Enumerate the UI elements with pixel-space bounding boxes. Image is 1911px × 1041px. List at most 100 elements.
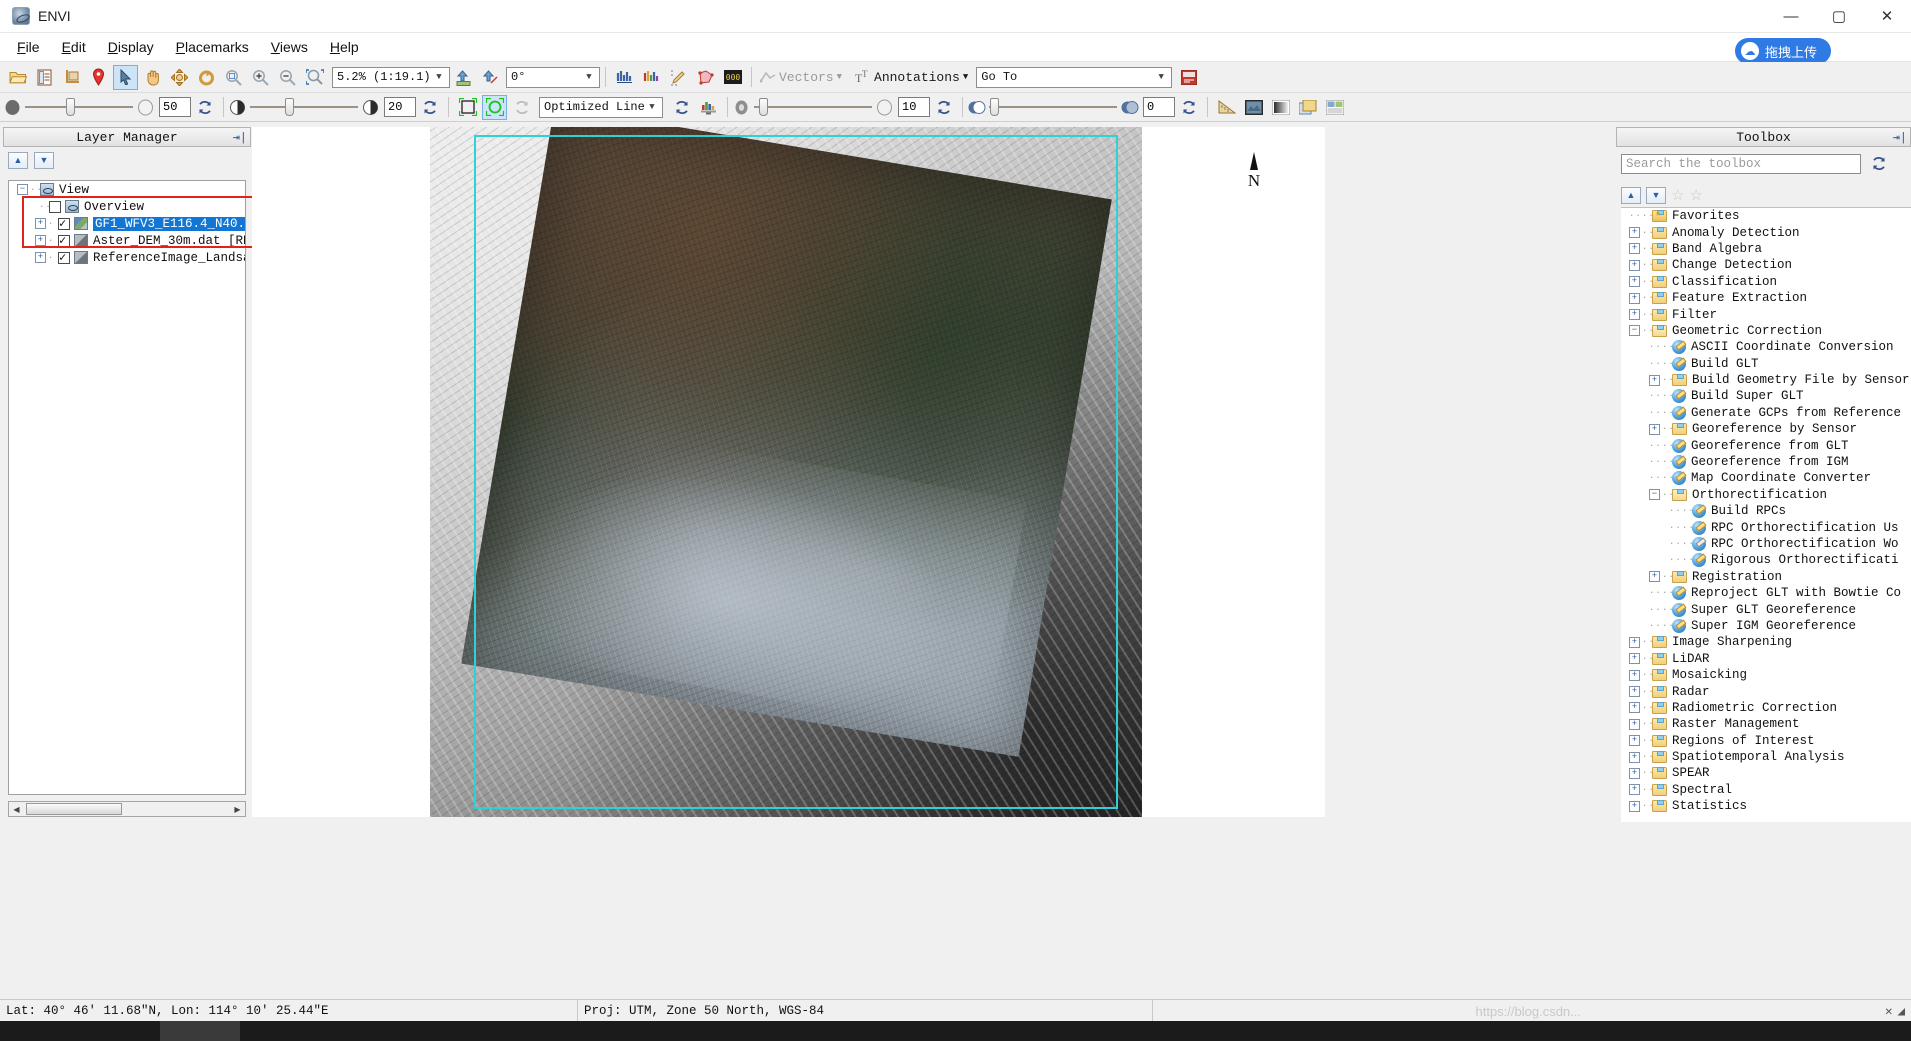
contrast-slider-handle[interactable] — [284, 98, 294, 116]
toolbox-item-map-coordinate-converter[interactable]: ···· Map Coordinate Converter — [1621, 470, 1911, 486]
annotations-chevron-down-icon[interactable]: ▼ — [960, 72, 976, 82]
refresh-toolbox-icon[interactable] — [1866, 151, 1891, 176]
brightness-slider-handle[interactable] — [66, 98, 76, 116]
go-to-full-extent-icon[interactable] — [451, 65, 476, 90]
multi-profile-icon[interactable] — [639, 65, 664, 90]
toolbox-item-build-geometry-file-by-sensor[interactable]: +·· Build Geometry File by Sensor — [1621, 372, 1911, 388]
layer-row-view[interactable]: − ·· View — [9, 181, 245, 198]
pan-hand-icon[interactable] — [140, 65, 165, 90]
expander-icon[interactable]: + — [1629, 702, 1640, 714]
menu-views[interactable]: Views — [260, 35, 319, 59]
toolbox-item-filter[interactable]: +·· Filter — [1621, 306, 1911, 322]
measure-tool-icon[interactable] — [1214, 95, 1239, 120]
toolbox-item-spear[interactable]: +·· SPEAR — [1621, 765, 1911, 781]
toolbox-item-raster-management[interactable]: +·· Raster Management — [1621, 716, 1911, 732]
reset-stretch-icon[interactable] — [669, 95, 694, 120]
layer-row-overview[interactable]: ···· Overview — [9, 198, 245, 215]
sharpen-slider-track[interactable] — [754, 98, 872, 116]
toolbox-item-rpc-orthorectification-wo[interactable]: ···· RPC Orthorectification Wo — [1621, 536, 1911, 552]
expander-icon[interactable]: + — [1629, 259, 1640, 271]
flicker-layers-icon[interactable] — [1322, 95, 1347, 120]
expander-icon[interactable]: + — [1649, 374, 1660, 386]
zoom-level-combobox[interactable]: 5.2% (1:19.1) ▼ — [332, 66, 450, 88]
zoom-to-selection-icon[interactable] — [302, 65, 327, 90]
remove-favorite-star-icon[interactable]: ☆ — [1689, 186, 1702, 204]
expander-icon[interactable]: + — [1629, 243, 1640, 255]
expander-icon[interactable]: + — [1629, 292, 1640, 304]
layer-visibility-checkbox[interactable] — [49, 200, 61, 213]
region-of-interest-icon[interactable] — [693, 65, 718, 90]
portal-icon[interactable] — [1268, 95, 1293, 120]
toolbox-item-mosaicking[interactable]: +·· Mosaicking — [1621, 667, 1911, 683]
toolbox-item-georeference-from-igm[interactable]: ···· Georeference from IGM — [1621, 454, 1911, 470]
toolbox-item-regions-of-interest[interactable]: +·· Regions of Interest — [1621, 733, 1911, 749]
refresh-stretch-icon[interactable] — [509, 95, 534, 120]
brightness-value-input[interactable]: 50 — [159, 97, 191, 117]
menu-edit[interactable]: Edit — [51, 35, 97, 59]
image-view-canvas[interactable]: N — [252, 127, 1325, 817]
sharpen-value-input[interactable]: 10 — [898, 97, 930, 117]
toolbox-item-change-detection[interactable]: +·· Change Detection — [1621, 257, 1911, 273]
toolbox-item-georeference-by-sensor[interactable]: +·· Georeference by Sensor — [1621, 421, 1911, 437]
data-values-icon[interactable]: 000 — [720, 65, 745, 90]
toolbox-item-rpc-orthorectification-us[interactable]: ···· RPC Orthorectification Us — [1621, 519, 1911, 535]
menu-display[interactable]: Display — [97, 35, 165, 59]
expander-icon[interactable]: + — [1629, 653, 1640, 665]
toolbox-item-spectral[interactable]: +·· Spectral — [1621, 782, 1911, 798]
toolbox-item-lidar[interactable]: +·· LiDAR — [1621, 651, 1911, 667]
rotate-north-up-icon[interactable] — [478, 65, 503, 90]
toolbox-item-favorites[interactable]: ···· Favorites — [1621, 208, 1911, 224]
expander-icon[interactable]: + — [1629, 686, 1640, 698]
toolbox-item-statistics[interactable]: +·· Statistics — [1621, 798, 1911, 814]
toolbox-item-classification[interactable]: +·· Classification — [1621, 274, 1911, 290]
maximize-button[interactable]: ▢ — [1815, 0, 1863, 33]
toolbox-item-image-sharpening[interactable]: +·· Image Sharpening — [1621, 634, 1911, 650]
pin-panel-icon[interactable]: ⇥| — [233, 130, 247, 145]
stretch-on-view-icon[interactable] — [455, 95, 480, 120]
transparency-slider-handle[interactable] — [990, 98, 1000, 116]
open-file-icon[interactable] — [5, 65, 30, 90]
transparency-slider-track[interactable] — [989, 98, 1117, 116]
layer-row-gf1[interactable]: + · GF1_WFV3_E116.4_N40.6_2015 — [9, 215, 245, 232]
toolbox-item-radiometric-correction[interactable]: +·· Radiometric Correction — [1621, 700, 1911, 716]
roi-extent-rectangle[interactable] — [474, 135, 1118, 809]
expander-icon[interactable]: + — [1629, 276, 1640, 288]
expander-icon[interactable]: + — [1629, 767, 1640, 779]
toolbox-item-orthorectification[interactable]: −·· Orthorectification — [1621, 487, 1911, 503]
layer-row-reference-image[interactable]: + · ReferenceImage_Landsat8_P — [9, 249, 245, 266]
zoom-out-icon[interactable] — [275, 65, 300, 90]
stretch-on-roi-icon[interactable] — [482, 94, 507, 120]
layer-visibility-checkbox[interactable] — [58, 216, 70, 231]
close-button[interactable]: ✕ — [1863, 0, 1911, 33]
toolbox-item-build-glt[interactable]: ···· Build GLT — [1621, 356, 1911, 372]
transparency-reset-icon[interactable] — [1176, 95, 1201, 120]
histogram-stretch-icon[interactable] — [696, 95, 721, 120]
toolbox-item-radar[interactable]: +·· Radar — [1621, 683, 1911, 699]
expander-icon[interactable]: + — [1649, 423, 1660, 435]
expander-icon[interactable]: + — [35, 235, 46, 246]
layer-row-aster-dem[interactable]: + · Aster_DEM_30m.dat [REPROJ] — [9, 232, 245, 249]
expander-icon[interactable]: − — [1629, 325, 1640, 337]
zoom-to-fit-icon[interactable] — [221, 65, 246, 90]
sharpen-reset-icon[interactable] — [931, 95, 956, 120]
toolbox-tree[interactable]: ····Favorites+··Anomaly Detection+··Band… — [1621, 207, 1911, 822]
open-recent-icon[interactable] — [32, 65, 57, 90]
toolbox-item-build-rpcs[interactable]: ···· Build RPCs — [1621, 503, 1911, 519]
expander-icon[interactable]: + — [1649, 571, 1660, 583]
subset-image-icon[interactable] — [59, 65, 84, 90]
toolbox-item-feature-extraction[interactable]: +·· Feature Extraction — [1621, 290, 1911, 306]
status-close-icon[interactable]: ✕ — [1885, 1003, 1893, 1019]
search-input[interactable]: Search the toolbox — [1621, 153, 1861, 174]
contrast-slider-track[interactable] — [250, 98, 358, 116]
toolbox-item-registration[interactable]: +·· Registration — [1621, 569, 1911, 585]
spectral-profile-icon[interactable] — [612, 65, 637, 90]
expander-icon[interactable]: − — [1649, 489, 1660, 501]
expander-icon[interactable]: + — [35, 252, 46, 263]
goto-combobox[interactable]: Go To ▼ — [976, 66, 1173, 88]
brightness-reset-icon[interactable] — [192, 95, 217, 120]
rotate-icon[interactable] — [194, 65, 219, 90]
brightness-slider-track[interactable] — [25, 98, 133, 116]
fly-crosshair-icon[interactable] — [167, 65, 192, 90]
expander-icon[interactable]: + — [1629, 636, 1640, 648]
pixel-locator-icon[interactable] — [666, 65, 691, 90]
